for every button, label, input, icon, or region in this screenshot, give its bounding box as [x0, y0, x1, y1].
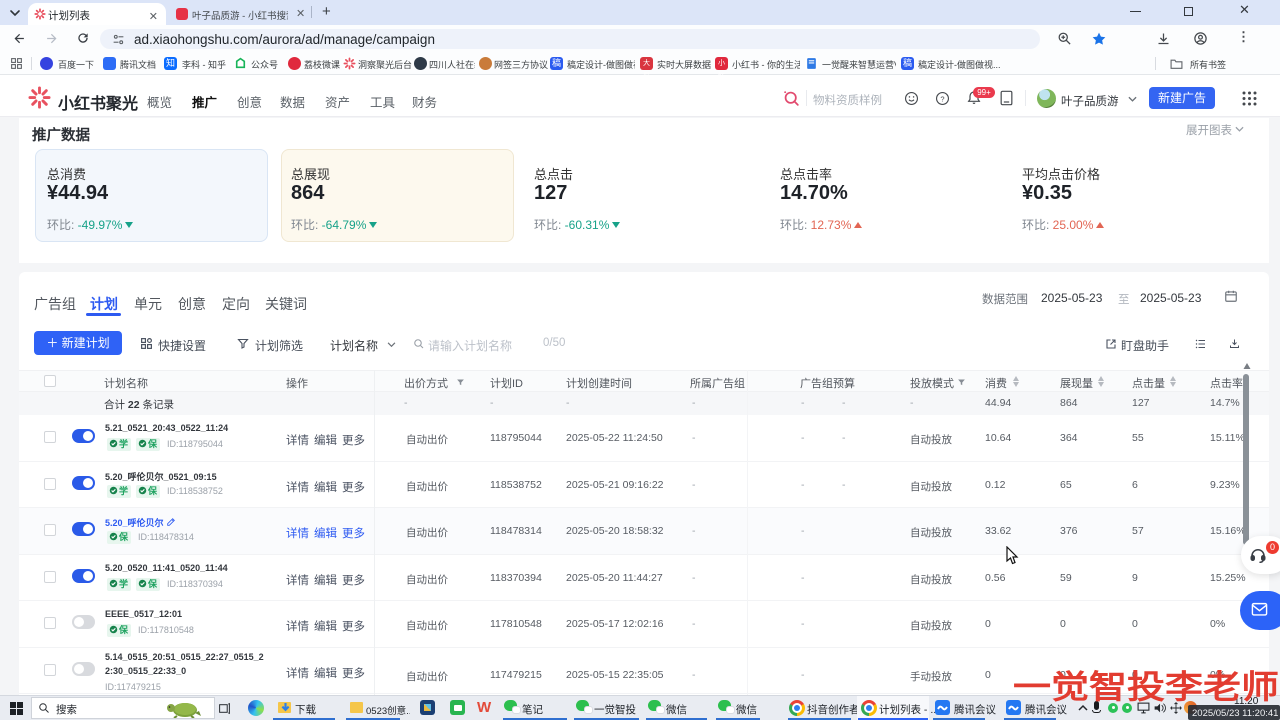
svg-text:?: ? [940, 94, 944, 103]
